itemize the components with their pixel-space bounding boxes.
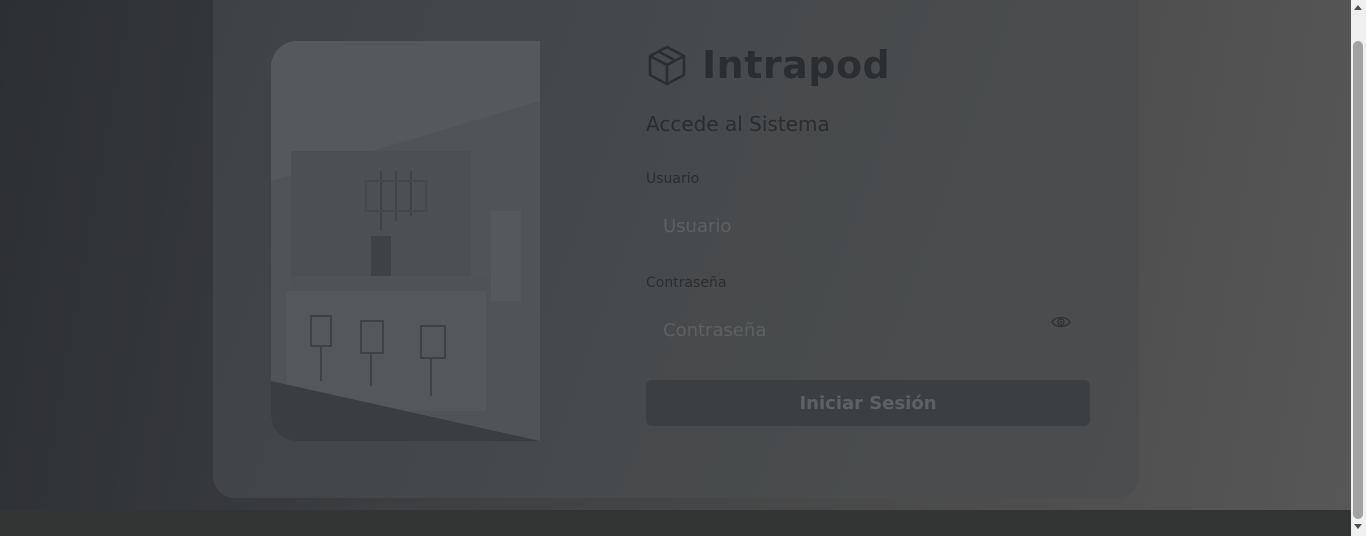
password-input[interactable] [646, 310, 1090, 350]
scrollbar-thumb[interactable] [1353, 41, 1363, 519]
office-photo [271, 41, 540, 441]
page-scrollbar[interactable] [1351, 0, 1366, 536]
page-footer-strip [0, 510, 1351, 536]
brand-name: Intrapod [702, 43, 891, 87]
login-subtitle: Accede al Sistema [646, 112, 830, 136]
cube-icon [648, 45, 686, 86]
scroll-up-arrow-icon[interactable] [1354, 5, 1362, 10]
username-input[interactable] [646, 206, 1090, 246]
show-password-icon[interactable] [1051, 314, 1071, 330]
login-card: Intrapod Accede al Sistema Usuario Contr… [213, 0, 1139, 498]
login-button[interactable]: Iniciar Sesión [646, 380, 1090, 426]
username-label: Usuario [646, 171, 700, 187]
password-label: Contraseña [646, 275, 727, 291]
page-backdrop: Intrapod Accede al Sistema Usuario Contr… [0, 0, 1351, 510]
brand: Intrapod [646, 41, 890, 89]
scroll-down-arrow-icon[interactable] [1354, 524, 1362, 529]
